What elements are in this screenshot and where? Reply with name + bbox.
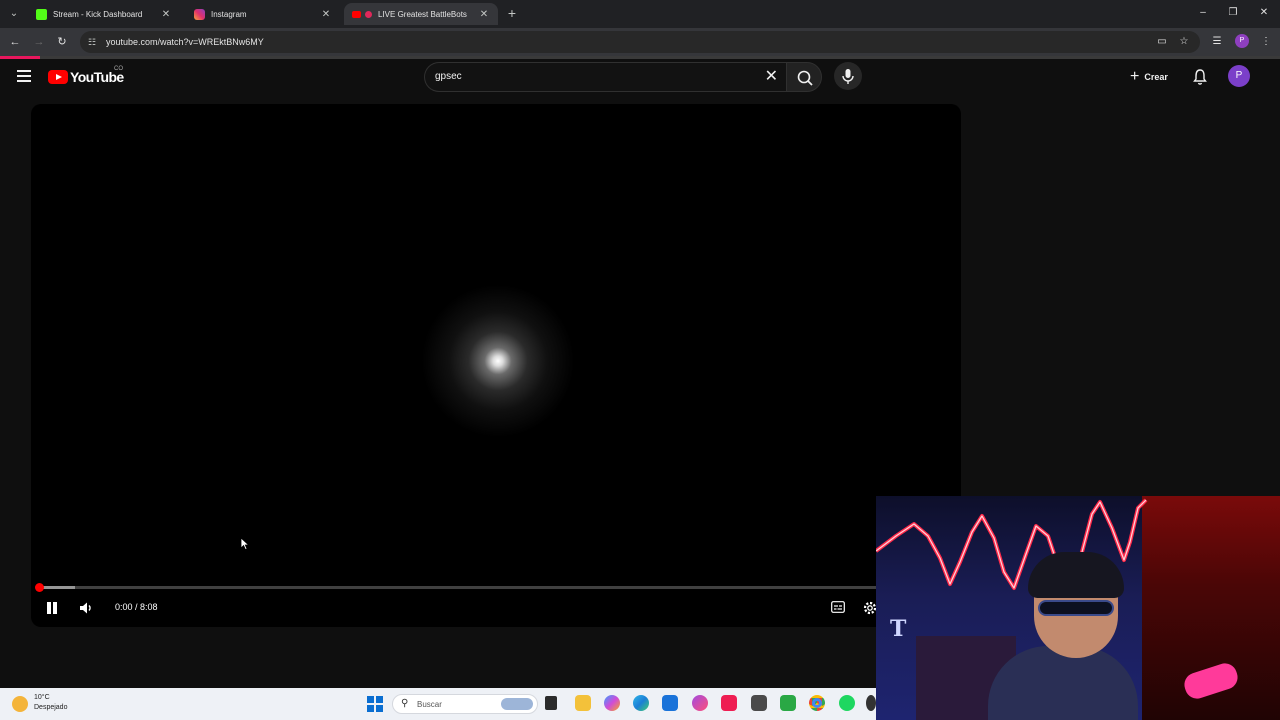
search-icon xyxy=(797,70,813,86)
url-text[interactable]: youtube.com/watch?v=WREktBNw6MY xyxy=(106,37,264,47)
site-info-icon[interactable]: ☷ xyxy=(86,36,98,48)
youtube-header: YouTube CO gpsec ✕ + Crear P xyxy=(0,59,1280,95)
account-avatar[interactable]: P xyxy=(1228,65,1250,87)
mouse-cursor-icon xyxy=(240,537,250,551)
pause-icon[interactable] xyxy=(45,601,59,615)
new-tab-plus-icon[interactable]: + xyxy=(505,5,519,21)
instagram-favicon-icon xyxy=(194,8,205,20)
tab-youtube-battlebots[interactable]: LIVE Greatest BattleBots ✕ xyxy=(344,3,498,25)
menu-hamburger-icon[interactable] xyxy=(17,70,31,82)
restore-icon[interactable]: ❐ xyxy=(1226,6,1240,20)
search-highlight-decoration xyxy=(501,698,533,710)
weather-temperature[interactable]: 10°C xyxy=(34,694,50,701)
taskbar-search-input[interactable]: ⚲ Buscar xyxy=(392,694,538,714)
microphone-icon xyxy=(842,69,854,84)
messenger-icon[interactable] xyxy=(692,695,708,711)
webcam-overlay: T xyxy=(876,496,1280,720)
address-bar[interactable]: ☷ youtube.com/watch?v=WREktBNw6MY xyxy=(80,31,1200,53)
reload-icon[interactable]: ↻ xyxy=(54,34,70,50)
taskbar-search-placeholder: Buscar xyxy=(417,700,442,709)
notifications-bell-icon[interactable] xyxy=(1192,68,1208,86)
edge-browser-icon[interactable] xyxy=(633,695,649,711)
voice-search-button[interactable] xyxy=(834,62,862,90)
search-input[interactable]: gpsec ✕ xyxy=(424,62,786,92)
browser-toolbar: ← → ↻ ☷ youtube.com/watch?v=WREktBNw6MY … xyxy=(0,28,1280,56)
live-recording-icon xyxy=(365,10,372,18)
search-query-text[interactable]: gpsec xyxy=(435,71,462,82)
time-display: 0:00 / 8:08 xyxy=(115,602,158,612)
copilot-icon[interactable] xyxy=(604,695,620,711)
install-app-icon[interactable]: ▭ xyxy=(1154,34,1170,50)
tab-kick-dashboard[interactable]: Stream - Kick Dashboard ✕ xyxy=(28,3,180,25)
spotify-icon[interactable] xyxy=(839,695,855,711)
clear-search-icon[interactable]: ✕ xyxy=(765,68,778,86)
plus-icon: + xyxy=(1130,68,1140,85)
video-frame-light xyxy=(411,274,585,448)
tab-title: Stream - Kick Dashboard xyxy=(53,9,143,19)
close-tab-icon[interactable]: ✕ xyxy=(478,9,490,20)
browser-profile-avatar[interactable]: P xyxy=(1235,34,1249,48)
tiktok-icon[interactable] xyxy=(721,695,737,711)
search-button[interactable] xyxy=(786,62,822,92)
task-view-icon[interactable] xyxy=(545,696,557,710)
video-player[interactable]: 0:00 / 8:08 xyxy=(31,104,961,627)
search-icon: ⚲ xyxy=(401,698,409,709)
country-code: CO xyxy=(114,66,123,72)
progress-bar[interactable] xyxy=(38,586,954,589)
obs-icon[interactable] xyxy=(866,695,876,711)
tab-title: LIVE Greatest BattleBots xyxy=(378,9,467,19)
windows-start-icon[interactable] xyxy=(367,696,383,712)
windows-taskbar: 10°C Despejado ⚲ Buscar xyxy=(0,688,876,720)
scrubber-handle[interactable] xyxy=(35,583,44,592)
forward-arrow-icon[interactable]: → xyxy=(31,34,47,50)
weather-description[interactable]: Despejado xyxy=(34,704,67,711)
microsoft-store-icon[interactable] xyxy=(662,695,678,711)
kick-favicon-icon xyxy=(36,8,47,20)
game-app-icon[interactable] xyxy=(751,695,767,711)
subtitles-icon[interactable] xyxy=(831,601,845,613)
youtube-logo[interactable]: YouTube CO xyxy=(48,66,124,85)
xbox-icon[interactable] xyxy=(780,695,796,711)
webcam-wall-letter-decoration: T xyxy=(890,616,907,642)
streamer-sunglasses xyxy=(1038,600,1114,616)
youtube-favicon-icon xyxy=(352,10,361,18)
tab-instagram[interactable]: Instagram ✕ xyxy=(186,3,340,25)
create-button[interactable]: + Crear xyxy=(1122,64,1176,90)
chrome-icon[interactable] xyxy=(809,695,825,711)
tab-title: Instagram xyxy=(211,9,247,19)
media-controls-icon[interactable]: ☰ xyxy=(1209,34,1225,50)
minimize-icon[interactable]: – xyxy=(1196,6,1210,20)
bookmark-star-icon[interactable]: ☆ xyxy=(1176,34,1192,50)
back-arrow-icon[interactable]: ← xyxy=(7,34,23,50)
close-tab-icon[interactable]: ✕ xyxy=(320,9,332,20)
browser-tab-strip: ⌄ Stream - Kick Dashboard ✕ Instagram ✕ … xyxy=(0,0,1280,28)
tab-search-chevron-icon[interactable]: ⌄ xyxy=(6,6,22,22)
chrome-menu-icon[interactable]: ⋮ xyxy=(1258,34,1274,50)
volume-icon[interactable] xyxy=(78,600,94,616)
youtube-play-logo-icon xyxy=(48,70,68,84)
create-label: Crear xyxy=(1144,72,1168,82)
close-window-icon[interactable]: ✕ xyxy=(1257,6,1271,20)
weather-moon-icon[interactable] xyxy=(12,696,28,712)
streamer-hair xyxy=(1028,552,1124,598)
file-explorer-icon[interactable] xyxy=(575,695,591,711)
close-tab-icon[interactable]: ✕ xyxy=(160,9,172,20)
